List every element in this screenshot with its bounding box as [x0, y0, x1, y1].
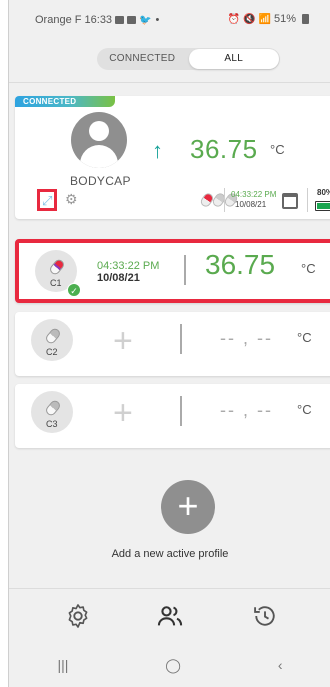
tab-all[interactable]: ALL [188, 49, 279, 69]
plus-icon[interactable]: + [113, 394, 133, 433]
add-profile-button[interactable]: + [161, 480, 215, 534]
expand-icon: ⤢ [42, 193, 53, 208]
capsule-temperature-placeholder: -- , -- [220, 400, 273, 420]
plus-icon: + [177, 485, 199, 526]
capsule-icon [48, 257, 66, 277]
capsule-label: C1 [50, 278, 62, 288]
status-bar: Orange F 16:33 🐦 • ⏰ 🔇 📶 51% [9, 0, 330, 40]
capsule-avatar: C1 ✓ [35, 250, 81, 297]
capsule-avatar: C3 [31, 391, 73, 433]
calendar-icon[interactable] [282, 193, 298, 209]
gear-icon[interactable]: ⚙ [65, 191, 78, 208]
twitter-icon: 🐦 [139, 14, 152, 26]
expand-button[interactable]: ⤢ [37, 189, 57, 211]
carrier-time: Orange F 16:33 [35, 14, 113, 26]
capsule-card-c1[interactable]: C1 ✓ 04:33:22 PM 10/08/21 36.75 °C [15, 239, 330, 303]
bottom-nav [9, 596, 330, 640]
capsule-card-c3[interactable]: C3 + -- , -- °C [15, 384, 330, 448]
last-sync-time: 04:33:22 PM [231, 190, 277, 199]
alarm-icon: ⏰ [227, 13, 241, 25]
mute-icon: 🔇 [243, 13, 256, 25]
last-sync-date: 10/08/21 [235, 200, 267, 209]
back-icon[interactable]: ‹ [278, 657, 283, 673]
capsule-avatar: C2 [31, 319, 73, 361]
capsule-label: C3 [46, 419, 58, 429]
capsule-card-c2[interactable]: C2 + -- , -- °C [15, 312, 330, 376]
capsule-icon [44, 326, 62, 346]
device-temperature-unit: °C [270, 142, 285, 157]
avatar[interactable] [71, 112, 127, 168]
home-icon[interactable]: ◯ [165, 657, 181, 674]
wifi-icon: 📶 [258, 13, 271, 25]
capsule-unit: °C [297, 402, 312, 417]
battery-gauge-icon [315, 201, 330, 211]
device-card[interactable]: CONNECTED BODYCAP ⤢ ⚙ ↑ 36.75 °C 04:33:2… [15, 96, 330, 219]
check-icon: ✓ [67, 283, 81, 297]
capsule-unit: °C [301, 261, 316, 276]
connected-badge: CONNECTED [15, 96, 115, 107]
capsule-temperature: 36.75 [205, 249, 276, 280]
phone-screen: Orange F 16:33 🐦 • ⏰ 🔇 📶 51% CONNECTED A… [8, 0, 330, 687]
add-profile-label: Add a new active profile [111, 548, 229, 560]
trend-up-arrow-icon: ↑ [152, 138, 163, 163]
capsule-temperature-placeholder: -- , -- [220, 328, 273, 348]
dot-icon: • [155, 14, 160, 26]
plus-icon[interactable]: + [113, 322, 133, 361]
recent-apps-icon[interactable]: ||| [57, 657, 68, 673]
profiles-users-icon[interactable] [156, 602, 184, 630]
filter-toggle: CONNECTED ALL [97, 48, 280, 70]
capsule-icon [44, 398, 62, 418]
tab-connected[interactable]: CONNECTED [97, 48, 188, 70]
divider [9, 82, 330, 83]
capsule-time: 04:33:22 PM [97, 260, 160, 272]
battery-percent: 51% [273, 13, 296, 25]
battery-icon [302, 14, 309, 24]
capsule-unit: °C [297, 330, 312, 345]
capsule-label: C2 [46, 347, 58, 357]
device-name: BODYCAP [70, 174, 131, 188]
device-temperature: 36.75 [190, 134, 258, 164]
settings-gear-icon[interactable] [64, 602, 92, 630]
capsule-date: 10/08/21 [97, 272, 140, 284]
history-icon[interactable] [251, 602, 279, 630]
gallery-icon [115, 16, 125, 24]
battery-label: 80% [317, 188, 330, 197]
system-nav-bar: ||| ◯ ‹ [9, 650, 330, 680]
nav-divider [9, 588, 330, 589]
message-icon [127, 16, 137, 24]
